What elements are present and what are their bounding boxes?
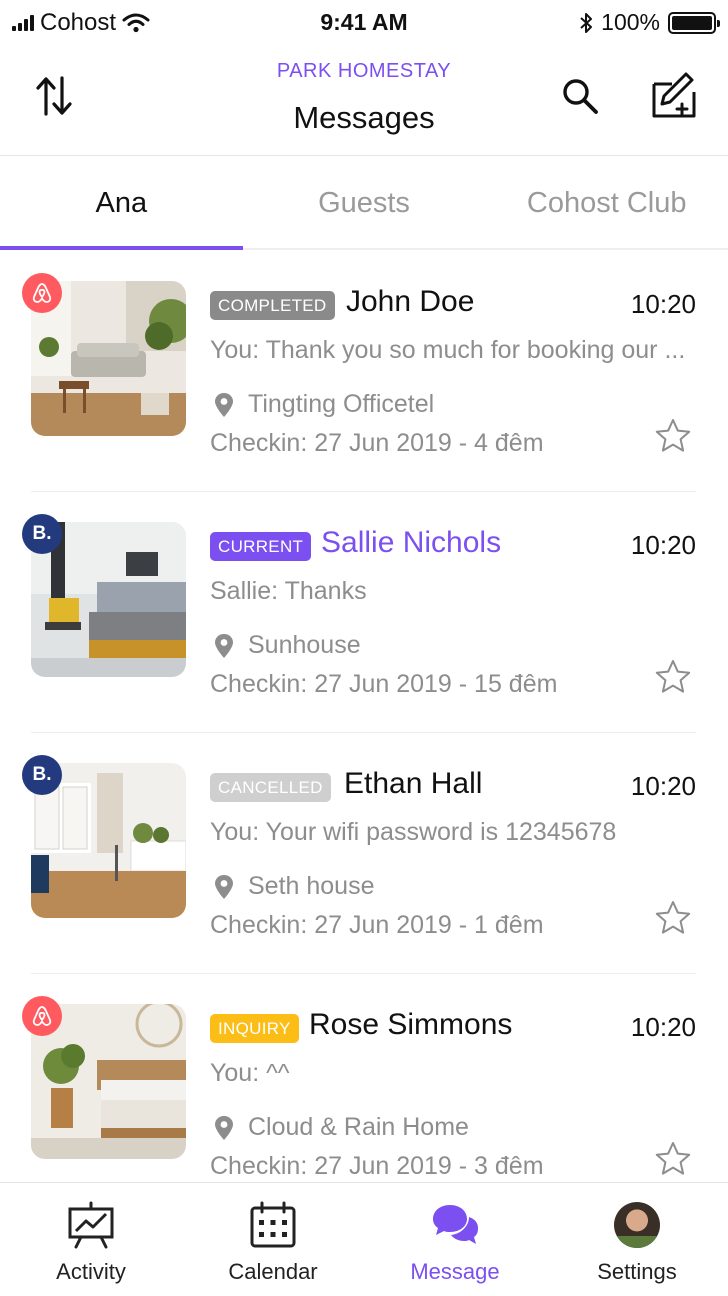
status-badge: COMPLETED xyxy=(210,291,335,320)
guest-name: Ethan Hall xyxy=(344,767,483,800)
status-badge: CURRENT xyxy=(210,532,312,561)
search-icon[interactable] xyxy=(560,76,600,116)
bottom-nav: Activity Calendar Message Settings xyxy=(0,1182,728,1296)
tab-cohost-club[interactable]: Cohost Club xyxy=(485,157,728,248)
page-title: Messages xyxy=(293,100,435,135)
activity-chart-icon xyxy=(66,1201,116,1249)
airbnb-icon xyxy=(22,273,62,313)
star-icon[interactable] xyxy=(654,1140,692,1178)
conversation-item[interactable]: COMPLETED John Doe 10:20 You: Thank you … xyxy=(0,251,728,492)
message-preview: You: Thank you so much for booking our .… xyxy=(210,336,686,364)
status-bar: Cohost 9:41 AM 100% xyxy=(0,0,728,44)
message-time: 10:20 xyxy=(630,530,696,560)
tab-guests[interactable]: Guests xyxy=(243,157,486,248)
message-time: 10:20 xyxy=(630,771,696,801)
booking-icon: B. xyxy=(22,514,62,554)
user-avatar xyxy=(612,1201,662,1249)
property-location: Cloud & Rain Home xyxy=(214,1113,469,1142)
location-name: Sunhouse xyxy=(248,631,361,659)
checkin-info: Checkin: 27 Jun 2019 - 15 đêm xyxy=(210,670,558,698)
battery-icon xyxy=(668,11,720,34)
booking-icon: B. xyxy=(22,755,62,795)
nav-label: Settings xyxy=(597,1259,677,1284)
nav-settings[interactable]: Settings xyxy=(546,1183,728,1296)
location-pin-icon xyxy=(215,1115,233,1140)
calendar-icon xyxy=(248,1201,298,1249)
location-name: Cloud & Rain Home xyxy=(248,1113,469,1141)
star-icon[interactable] xyxy=(654,899,692,937)
conversation-item[interactable]: B. CANCELLED Ethan Hall 10:20 You: Your … xyxy=(0,733,728,974)
message-preview: You: ^^ xyxy=(210,1059,290,1087)
location-pin-icon xyxy=(215,633,233,658)
location-name: Tingting Officetel xyxy=(248,390,435,418)
nav-label: Calendar xyxy=(228,1259,318,1284)
conversation-item[interactable]: B. CURRENT Sallie Nichols 10:20 Sallie: … xyxy=(0,492,728,733)
tab-bar: Ana Guests Cohost Club xyxy=(0,157,728,250)
status-right: 100% xyxy=(579,9,720,36)
star-icon[interactable] xyxy=(654,417,692,455)
property-location: Seth house xyxy=(214,872,375,901)
location-name: Seth house xyxy=(248,872,375,900)
nav-label: Activity xyxy=(56,1259,126,1284)
airbnb-icon xyxy=(22,996,62,1036)
location-pin-icon xyxy=(215,874,233,899)
checkin-info: Checkin: 27 Jun 2019 - 1 đêm xyxy=(210,911,544,939)
bluetooth-icon xyxy=(580,12,593,33)
checkin-info: Checkin: 27 Jun 2019 - 3 đêm xyxy=(210,1152,544,1180)
nav-label: Message xyxy=(410,1259,500,1284)
location-pin-icon xyxy=(215,392,233,417)
nav-calendar[interactable]: Calendar xyxy=(182,1183,364,1296)
nav-message[interactable]: Message xyxy=(364,1183,546,1296)
message-time: 10:20 xyxy=(630,289,696,319)
header: PARK HOMESTAY Messages xyxy=(0,44,728,156)
guest-name: Sallie Nichols xyxy=(321,526,502,559)
message-preview: Sallie: Thanks xyxy=(210,577,367,605)
message-preview: You: Your wifi password is 12345678 xyxy=(210,818,617,846)
property-name[interactable]: PARK HOMESTAY xyxy=(0,60,728,83)
compose-icon[interactable] xyxy=(648,70,698,120)
conversation-item[interactable]: INQUIRY Rose Simmons 10:20 You: ^^ Cloud… xyxy=(0,974,728,1182)
star-icon[interactable] xyxy=(654,658,692,696)
battery-percent: 100% xyxy=(601,9,660,35)
message-time: 10:20 xyxy=(630,1012,696,1042)
tab-ana[interactable]: Ana xyxy=(0,157,243,250)
guest-name: John Doe xyxy=(346,285,475,318)
nav-activity[interactable]: Activity xyxy=(0,1183,182,1296)
status-badge: CANCELLED xyxy=(210,773,331,802)
status-badge: INQUIRY xyxy=(210,1014,299,1043)
property-location: Tingting Officetel xyxy=(214,390,434,419)
chat-bubbles-icon xyxy=(430,1201,480,1249)
conversation-list: COMPLETED John Doe 10:20 You: Thank you … xyxy=(0,251,728,1182)
property-location: Sunhouse xyxy=(214,631,361,660)
checkin-info: Checkin: 27 Jun 2019 - 4 đêm xyxy=(210,429,544,457)
guest-name: Rose Simmons xyxy=(309,1008,513,1041)
